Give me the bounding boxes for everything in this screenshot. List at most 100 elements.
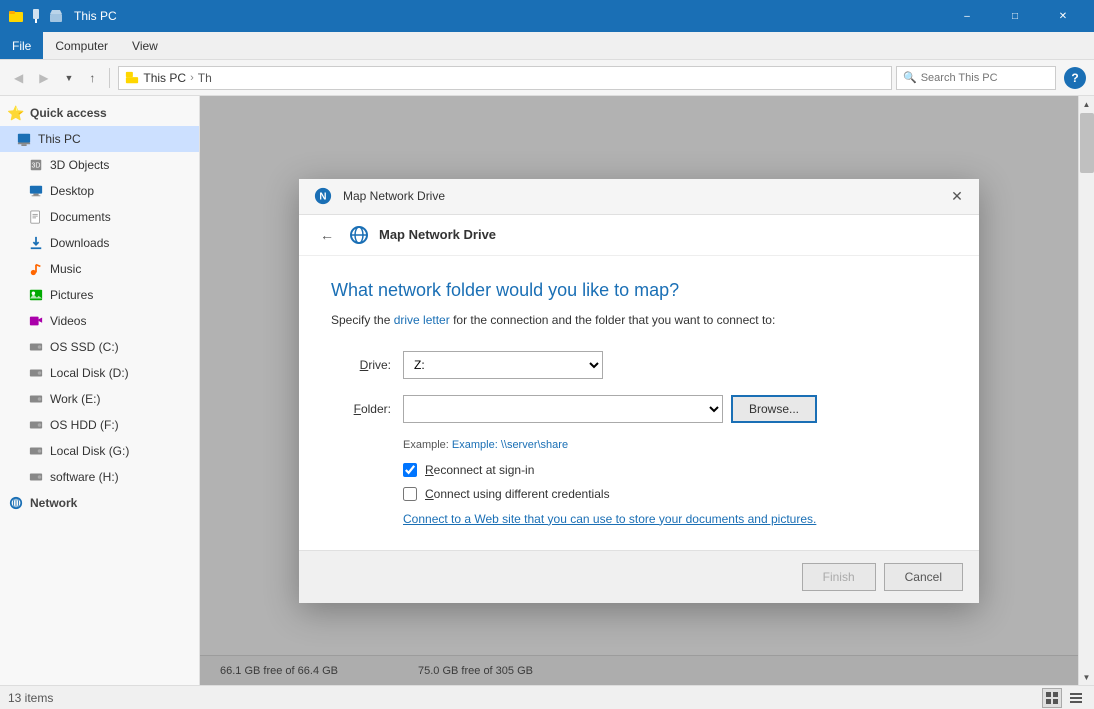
menu-bar: File Computer View (0, 32, 1094, 60)
sidebar-this-pc[interactable]: This PC (0, 126, 199, 152)
web-site-link[interactable]: Connect to a Web site that you can use t… (403, 512, 816, 526)
help-button[interactable]: ? (1064, 67, 1086, 89)
list-view-button[interactable] (1042, 688, 1062, 708)
dialog-nav-title: Map Network Drive (379, 227, 496, 242)
svg-text:N: N (319, 192, 326, 203)
sidebar-work-e[interactable]: Work (E:) (0, 386, 199, 412)
dialog-back-button[interactable]: ← (315, 223, 339, 247)
drive-select[interactable]: Z: Y: X: W: V: U: (403, 351, 603, 379)
drive-control-group: Z: Y: X: W: V: U: (403, 351, 603, 379)
sidebar-os-ssd[interactable]: OS SSD (C:) (0, 334, 199, 360)
toolbar-separator (109, 68, 110, 88)
scroll-up-button[interactable]: ▲ (1079, 96, 1094, 112)
drive-form-row: Drive: Z: Y: X: W: V: U: (331, 351, 947, 379)
detail-view-button[interactable] (1066, 688, 1086, 708)
sidebar-software-h[interactable]: software (H:) (0, 464, 199, 490)
dialog-title-icon: N (311, 184, 335, 208)
pictures-icon (28, 287, 44, 303)
dialog-heading: What network folder would you like to ma… (331, 280, 947, 301)
sidebar-os-hdd-f[interactable]: OS HDD (F:) (0, 412, 199, 438)
window-title: This PC (74, 9, 117, 23)
folder-label: Folder: (331, 402, 391, 416)
pin-icon (28, 8, 44, 24)
scroll-down-button[interactable]: ▼ (1079, 669, 1094, 685)
right-scrollbar: ▲ ▼ (1078, 96, 1094, 685)
reconnect-label[interactable]: Reconnect at sign-in (425, 463, 534, 477)
close-button[interactable]: ✕ (1040, 0, 1086, 32)
drive-g-icon (28, 443, 44, 459)
drive-e-icon (28, 391, 44, 407)
sidebar-videos[interactable]: Videos (0, 308, 199, 334)
drive-label: Drive: (331, 358, 391, 372)
desktop-icon (28, 183, 44, 199)
search-input[interactable] (921, 72, 1049, 84)
maximize-button[interactable]: □ (992, 0, 1038, 32)
dialog-footer: Finish Cancel (299, 550, 979, 603)
sidebar-downloads[interactable]: Downloads (0, 230, 199, 256)
address-separator: › (190, 72, 194, 84)
different-credentials-checkbox[interactable] (403, 487, 417, 501)
toolbar: ◀ ▶ ▼ ↑ This PC › Th 🔍 ? (0, 60, 1094, 96)
dialog-globe-icon (347, 223, 371, 247)
sidebar-quick-access[interactable]: ⭐ Quick access (0, 100, 199, 126)
sidebar-local-d[interactable]: Local Disk (D:) (0, 360, 199, 386)
menu-computer[interactable]: Computer (43, 32, 120, 59)
sidebar: ⭐ Quick access This PC 3D 3D Objects Des… (0, 96, 200, 685)
sidebar-documents[interactable]: Documents (0, 204, 199, 230)
address-text: This PC (143, 71, 186, 85)
finish-button[interactable]: Finish (802, 563, 876, 591)
scroll-thumb[interactable] (1080, 113, 1094, 173)
dialog-content: What network folder would you like to ma… (299, 256, 979, 550)
sidebar-pictures[interactable]: Pictures (0, 282, 199, 308)
minimize-button[interactable]: – (944, 0, 990, 32)
sidebar-local-g[interactable]: Local Disk (G:) (0, 438, 199, 464)
status-bar-right (1042, 688, 1086, 708)
menu-view[interactable]: View (120, 32, 170, 59)
network-icon (8, 495, 24, 511)
sidebar-desktop[interactable]: Desktop (0, 178, 199, 204)
address-bar[interactable]: This PC › Th (118, 66, 892, 90)
cancel-button[interactable]: Cancel (884, 563, 963, 591)
web-link-row: Connect to a Web site that you can use t… (403, 511, 947, 526)
map-network-drive-dialog: N Map Network Drive ✕ ← Map Network Driv… (299, 179, 979, 603)
dialog-nav: ← Map Network Drive (299, 215, 979, 256)
drive-f-icon (28, 417, 44, 433)
dialog-overlay: N Map Network Drive ✕ ← Map Network Driv… (200, 96, 1078, 685)
up-button[interactable]: ↑ (83, 65, 101, 91)
drive-c-icon (28, 339, 44, 355)
videos-icon (28, 313, 44, 329)
search-icon: 🔍 (903, 71, 917, 84)
forward-button[interactable]: ▶ (33, 65, 54, 91)
browse-button[interactable]: Browse... (731, 395, 817, 423)
dialog-description: Specify the drive letter for the connect… (331, 313, 947, 327)
credentials-row: Connect using different credentials (403, 487, 947, 501)
title-bar-icons (8, 8, 64, 24)
sidebar-network[interactable]: Network (0, 490, 199, 516)
window-controls: – □ ✕ (944, 0, 1086, 32)
menu-file[interactable]: File (0, 32, 43, 59)
search-bar[interactable]: 🔍 (896, 66, 1056, 90)
scroll-track (1079, 112, 1094, 669)
reconnect-checkbox[interactable] (403, 463, 417, 477)
sidebar-music[interactable]: Music (0, 256, 199, 282)
3d-icon: 3D (28, 157, 44, 173)
content-area: N Map Network Drive ✕ ← Map Network Driv… (200, 96, 1078, 685)
folder-control-group: Browse... (403, 395, 817, 423)
dialog-titlebar: N Map Network Drive ✕ (299, 179, 979, 215)
dialog-title: Map Network Drive (343, 189, 939, 203)
documents-icon (28, 209, 44, 225)
reconnect-row: Reconnect at sign-in (403, 463, 947, 477)
title-bar: This PC – □ ✕ (0, 0, 1094, 32)
quick-access-icon (48, 8, 64, 24)
sidebar-3d-objects[interactable]: 3D 3D Objects (0, 152, 199, 178)
folder-icon (8, 8, 24, 24)
music-icon (28, 261, 44, 277)
main-layout: ⭐ Quick access This PC 3D 3D Objects Des… (0, 96, 1094, 685)
different-credentials-label[interactable]: Connect using different credentials (425, 487, 610, 501)
drive-h-icon (28, 469, 44, 485)
recent-button[interactable]: ▼ (58, 65, 79, 91)
dialog-close-button[interactable]: ✕ (947, 186, 967, 206)
pc-icon (16, 131, 32, 147)
folder-select[interactable] (403, 395, 723, 423)
back-button[interactable]: ◀ (8, 65, 29, 91)
